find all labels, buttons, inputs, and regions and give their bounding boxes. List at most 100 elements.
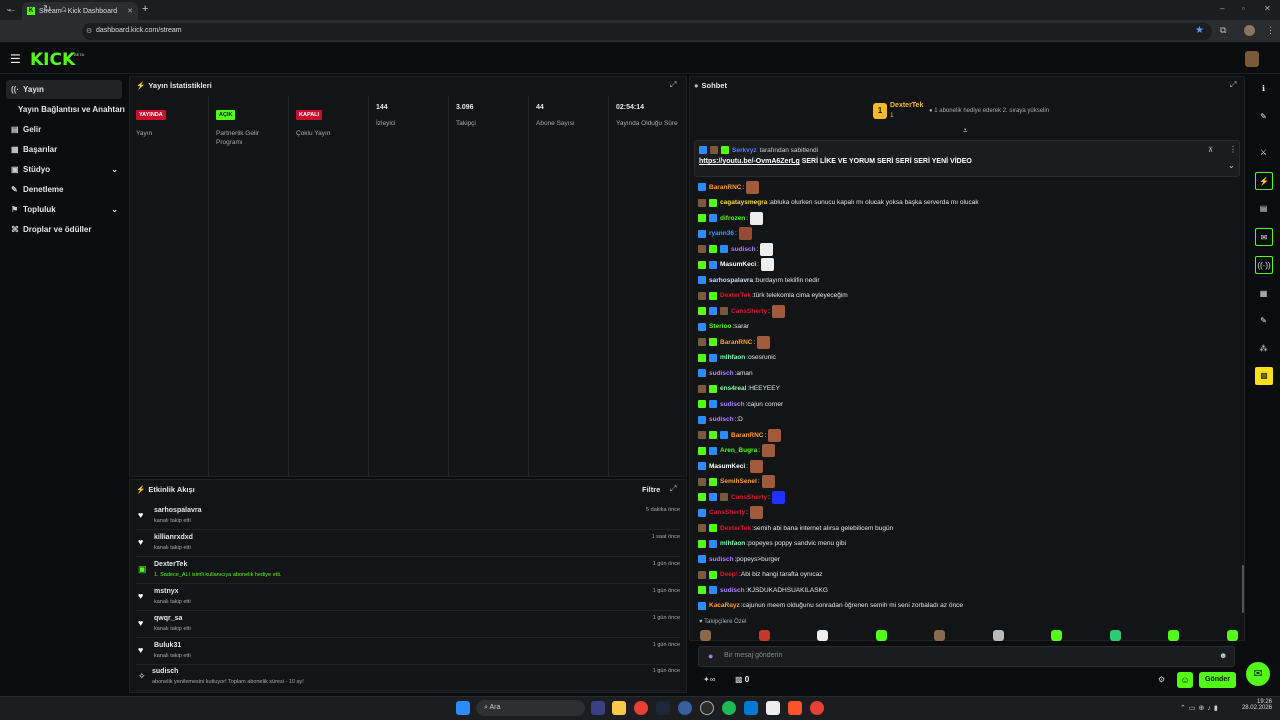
window-close-button[interactable]: ✕: [1264, 4, 1271, 13]
more-options-icon[interactable]: ⋮: [1229, 145, 1237, 154]
emote-image[interactable]: [749, 459, 763, 473]
notion-icon[interactable]: [766, 701, 780, 715]
app-icon[interactable]: [678, 701, 692, 715]
chat-username[interactable]: Aren_Bugra: [720, 447, 757, 454]
emote-image[interactable]: [760, 258, 774, 271]
chat-username[interactable]: mlhfaon: [720, 354, 745, 361]
info-icon[interactable]: ℹ: [1257, 82, 1270, 95]
broadcast-toggle-icon[interactable]: ((·)): [1255, 256, 1273, 274]
chat-username[interactable]: DexterTek: [720, 525, 751, 532]
chat-username[interactable]: sudisch: [709, 370, 734, 377]
emote-image[interactable]: [768, 428, 782, 442]
chat-username[interactable]: MasumKeci: [720, 261, 756, 268]
emote-picker-item[interactable]: [1168, 630, 1179, 641]
wrench-icon[interactable]: ✎: [1257, 314, 1270, 327]
chrome-icon[interactable]: [634, 701, 648, 715]
window-maximize-button[interactable]: ▫: [1242, 4, 1245, 13]
emote-image[interactable]: [761, 475, 775, 488]
sidebar-item-topluluk[interactable]: ⚑ Topluluk ⌄: [6, 200, 122, 219]
new-tab-icon[interactable]: +: [142, 3, 148, 15]
window-minimize-button[interactable]: –: [1220, 4, 1224, 13]
back-icon[interactable]: ←: [7, 4, 17, 15]
emote-picker-item[interactable]: [1051, 630, 1062, 641]
event-user[interactable]: sudisch: [152, 668, 178, 675]
clock[interactable]: 19:26 28.02.2026: [1240, 699, 1272, 711]
clip-icon[interactable]: ▩: [1255, 367, 1273, 385]
start-menu-icon[interactable]: [456, 701, 470, 715]
layout-icon[interactable]: ▦: [1257, 287, 1270, 300]
pinned-by-user[interactable]: Serkvyz: [732, 147, 757, 154]
event-user[interactable]: sarhospalavra: [154, 507, 201, 514]
chat-username[interactable]: BaranRNC: [709, 184, 742, 191]
sidebar-item-droplar[interactable]: ⌘ Droplar ve ödüller: [6, 220, 122, 239]
file-explorer-icon[interactable]: [612, 701, 626, 715]
event-user[interactable]: qwqr_sa: [154, 615, 182, 622]
help-chat-icon[interactable]: ✉: [1246, 662, 1270, 686]
bookmark-star-icon[interactable]: ★: [1195, 25, 1204, 36]
top-gifter-name[interactable]: DexterTek: [890, 102, 923, 109]
chat-username[interactable]: CansSherty: [731, 494, 767, 501]
emote-picker-item[interactable]: [992, 630, 1004, 641]
emote-picker-item[interactable]: [1226, 630, 1238, 641]
chat-toggle-icon[interactable]: ✉: [1255, 228, 1273, 246]
steam-icon[interactable]: [656, 701, 670, 715]
points-icon[interactable]: ✦∞: [703, 675, 715, 684]
emote-image[interactable]: [771, 304, 785, 318]
sidebar-item-studyo[interactable]: ▣ Stüdyo ⌄: [6, 160, 122, 179]
discord-icon[interactable]: [591, 701, 605, 715]
sidebar-item-stream-key[interactable]: Yayın Bağlantısı ve Anahtarı: [12, 100, 128, 119]
emote-image[interactable]: [750, 211, 764, 225]
tab-close-icon[interactable]: ✕: [127, 7, 133, 15]
chat-username[interactable]: Sterioo: [709, 323, 731, 330]
vscode-icon[interactable]: [744, 701, 758, 715]
sidebar-item-denetleme[interactable]: ✎ Denetleme: [6, 180, 122, 199]
browser-menu-icon[interactable]: ⋮: [1266, 25, 1275, 36]
emote-image[interactable]: [746, 180, 760, 194]
emote-picker-item[interactable]: [758, 630, 770, 641]
sidebar-item-gelir[interactable]: ▤ Gelir: [6, 120, 122, 139]
emote-picker-item[interactable]: [817, 630, 828, 641]
activity-toggle-icon[interactable]: ⚡: [1255, 172, 1273, 190]
edit-icon[interactable]: ✎: [1257, 110, 1270, 123]
emote-image[interactable]: [757, 335, 771, 349]
chat-username[interactable]: DexterTek: [720, 292, 751, 299]
chat-username[interactable]: sarhospalavra: [709, 277, 753, 284]
event-user[interactable]: DexterTek: [154, 561, 187, 568]
emote-picker-item[interactable]: [1109, 630, 1121, 641]
obs-icon[interactable]: [700, 701, 714, 715]
chrome-icon[interactable]: [810, 701, 824, 715]
emote-picker-item[interactable]: [700, 630, 711, 641]
chat-username[interactable]: sudisch: [731, 246, 756, 253]
chat-username[interactable]: ens4real: [720, 385, 746, 392]
emote-picker-item[interactable]: [875, 630, 887, 641]
chevron-down-icon[interactable]: ⌄: [1228, 161, 1235, 170]
chat-username[interactable]: ryann36: [709, 230, 734, 237]
filter-button[interactable]: Filtre: [642, 485, 660, 494]
sidebar-item-basarilar[interactable]: ▦ Başarılar: [6, 140, 122, 159]
gift-counter[interactable]: ▩ 0: [735, 675, 749, 684]
hamburger-menu-icon[interactable]: ☰: [10, 52, 21, 66]
emoji-icon[interactable]: ☻: [1219, 651, 1227, 660]
sidebar-item-yayin[interactable]: ((· Yayın: [6, 80, 122, 99]
url-input[interactable]: ⚙ dashboard.kick.com/stream: [82, 23, 1212, 40]
unpin-icon[interactable]: ⊼: [1208, 146, 1213, 154]
expand-icon[interactable]: ⤢: [1230, 80, 1236, 90]
chat-username[interactable]: sudisch: [709, 416, 734, 423]
emote-image[interactable]: [760, 242, 774, 256]
microphone-icon[interactable]: ●: [708, 651, 713, 661]
brave-icon[interactable]: [788, 701, 802, 715]
taskbar-search[interactable]: ⌕ Ara: [476, 700, 585, 716]
chat-username[interactable]: difrozen: [720, 215, 745, 222]
site-info-icon[interactable]: ⚙: [86, 27, 92, 35]
event-user[interactable]: Buluk31: [154, 642, 181, 649]
emote-image[interactable]: [738, 227, 752, 240]
chat-username[interactable]: cagataysmegra: [720, 199, 767, 206]
emote-image[interactable]: [762, 444, 776, 457]
nodes-icon[interactable]: ⁂: [1257, 342, 1270, 355]
chat-settings-icon[interactable]: ⚙: [1158, 675, 1165, 684]
chat-username[interactable]: CansSherty: [731, 308, 767, 315]
user-avatar[interactable]: [1245, 51, 1259, 67]
scroll-down-chevron-icon[interactable]: ⩡: [963, 126, 968, 136]
chat-username[interactable]: BaranRNC: [720, 339, 753, 346]
browser-tab[interactable]: K Stream - Kick Dashboard ✕: [22, 2, 138, 20]
